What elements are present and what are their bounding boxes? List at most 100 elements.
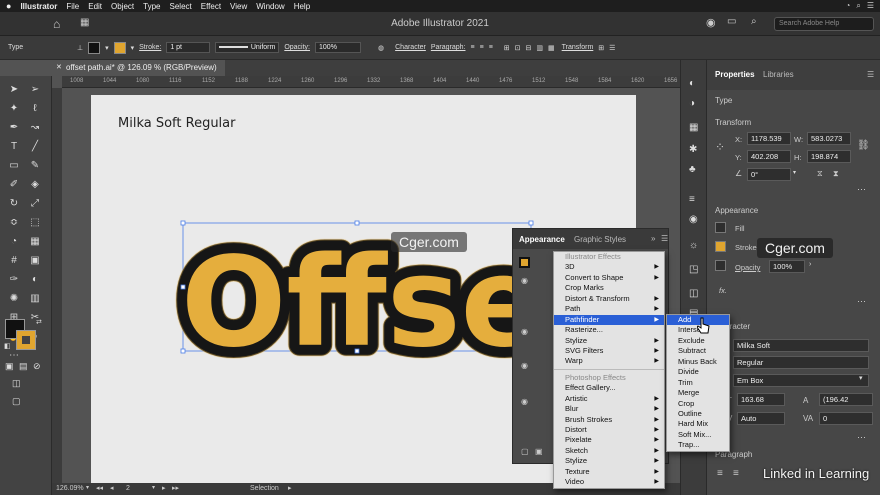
menu-item-trap[interactable]: Trap... xyxy=(667,440,729,450)
tab-properties[interactable]: Properties xyxy=(715,70,755,79)
transform-link[interactable]: Transform xyxy=(562,44,594,51)
opacity-icon[interactable] xyxy=(715,260,726,271)
menu-item-blur[interactable]: Blur ▶ xyxy=(554,404,664,414)
menu-item-outline[interactable]: Outline xyxy=(667,409,729,419)
add-fill-icon[interactable]: ▣ xyxy=(535,447,543,456)
opacity-label[interactable]: Opacity: xyxy=(284,44,310,51)
align-right-icon[interactable]: ≡ xyxy=(489,44,493,51)
opacity-input[interactable]: 100% xyxy=(769,260,805,273)
document-tab[interactable]: ✕ offset path.ai* @ 126.09 % (RGB/Previe… xyxy=(52,60,225,76)
leading-input[interactable]: (196.42 xyxy=(819,393,873,406)
eyedropper-icon[interactable]: ✑ xyxy=(6,272,22,288)
opacity-field[interactable]: 100% xyxy=(315,42,362,53)
free-transform-icon[interactable]: ⬚ xyxy=(27,215,43,231)
screen-mode-icon[interactable]: ▢ xyxy=(12,396,21,407)
flip-horizontal-icon[interactable]: ⧖ xyxy=(817,169,823,179)
blend-tool-icon[interactable]: ◐ xyxy=(27,272,43,288)
fx-button[interactable]: fx. xyxy=(719,286,727,295)
opacity-arrow-icon[interactable]: › xyxy=(809,261,811,268)
menu-item-svg-filters[interactable]: SVG Filters ▶ xyxy=(554,346,664,356)
drawing-mode-icon[interactable]: ◫ xyxy=(12,378,21,389)
type-tool-icon[interactable]: T xyxy=(6,139,22,155)
kerning-input[interactable]: Auto xyxy=(737,412,785,425)
menu-item-crop[interactable]: Crop xyxy=(667,399,729,409)
stroke-label[interactable]: Stroke: xyxy=(139,44,161,51)
em-box-field[interactable]: Em Box xyxy=(733,374,869,387)
wifi-icon[interactable]: ◔ xyxy=(846,1,851,11)
stroke-weight-field[interactable]: 1 pt xyxy=(166,42,211,53)
menu-item-pathfinder[interactable]: Pathfinder ▶ xyxy=(554,314,664,326)
menu-effect[interactable]: Effect xyxy=(201,2,221,11)
control-center-icon[interactable]: ☰ xyxy=(867,1,874,11)
symbol-sprayer-icon[interactable]: ✺ xyxy=(6,291,22,307)
arrange-icon[interactable]: ⊟ xyxy=(526,44,532,52)
em-box-dropdown-icon[interactable]: ▾ xyxy=(859,374,863,382)
x-input[interactable]: 1178.539 xyxy=(747,132,791,145)
eraser-icon[interactable]: ◈ xyxy=(27,177,43,193)
status-menu-icon[interactable]: ▸ xyxy=(288,484,292,492)
menu-item-crop-marks[interactable]: Crop Marks xyxy=(554,283,664,293)
visibility-eye-icon[interactable]: ◉ xyxy=(521,276,528,285)
menu-item-effect-gallery[interactable]: Effect Gallery... xyxy=(554,383,664,393)
menu-item-minus-back[interactable]: Minus Back xyxy=(667,357,729,367)
menu-item-rasterize[interactable]: Rasterize... xyxy=(554,325,664,335)
menu-item-video[interactable]: Video ▶ xyxy=(554,477,664,487)
visibility-eye-icon[interactable]: ◉ xyxy=(521,397,528,406)
appearance-menu-icon[interactable]: ☰ xyxy=(661,234,668,243)
reference-point-icon[interactable]: ⁘ xyxy=(715,140,725,154)
next-artboard-icon[interactable]: ▸▸ xyxy=(172,484,179,492)
rectangle-tool-icon[interactable]: ▭ xyxy=(6,158,22,174)
menu-item-brush-strokes[interactable]: Brush Strokes ▶ xyxy=(554,415,664,425)
menu-item-distort[interactable]: Distort ▶ xyxy=(554,425,664,435)
y-input[interactable]: 402.208 xyxy=(747,150,791,163)
menu-item-merge[interactable]: Merge xyxy=(667,388,729,398)
menu-window[interactable]: Window xyxy=(256,2,284,11)
artboard-dropdown-icon[interactable]: ▾ xyxy=(152,484,155,491)
gradient-mode-icon[interactable]: ▤ xyxy=(19,361,28,372)
transform-bbox-icon[interactable]: ▦ xyxy=(548,44,555,52)
font-size-input[interactable]: 163.68 xyxy=(737,393,785,406)
zoom-field[interactable]: 126.09% xyxy=(56,485,84,492)
color-panel-icon[interactable]: ◐ xyxy=(689,78,695,89)
none-mode-icon[interactable]: ⊘ xyxy=(33,361,41,372)
align-objects-icon[interactable]: ⊞ xyxy=(504,44,510,52)
tab-libraries[interactable]: Libraries xyxy=(763,70,794,79)
magic-wand-icon[interactable]: ✦ xyxy=(6,101,22,117)
layers-icon[interactable]: ◫ xyxy=(689,288,698,299)
search-icon[interactable]: ⌕ xyxy=(856,1,860,11)
mesh-tool-icon[interactable]: # xyxy=(6,253,22,269)
stroke-swatch-icon[interactable] xyxy=(715,241,726,252)
more-character-icon[interactable]: ⋯ xyxy=(857,432,866,443)
more-appearance-icon[interactable]: ⋯ xyxy=(857,296,866,307)
menu-item-ps-stylize[interactable]: Stylize ▶ xyxy=(554,456,664,466)
graphic-styles-icon[interactable]: ◳ xyxy=(689,264,698,275)
visibility-eye-icon[interactable]: ◉ xyxy=(521,361,528,370)
align-left-icon[interactable]: ≡ xyxy=(471,44,475,51)
menu-item-exclude[interactable]: Exclude xyxy=(667,336,729,346)
shape-builder-icon[interactable]: ◔ xyxy=(6,234,22,250)
workspace-switcher-icon[interactable]: ▭ xyxy=(727,16,736,27)
scale-tool-icon[interactable]: ⤢ xyxy=(27,196,43,212)
stroke-color-box[interactable] xyxy=(16,330,36,350)
account-icon[interactable]: ◉ xyxy=(706,16,716,29)
character-link[interactable]: Character xyxy=(395,44,426,51)
menu-item-subtract[interactable]: Subtract xyxy=(667,346,729,356)
pen-tool-icon[interactable]: ✒ xyxy=(6,120,22,136)
menu-item-soft-mix[interactable]: Soft Mix... xyxy=(667,430,729,440)
menu-item-stylize[interactable]: Stylize ▶ xyxy=(554,336,664,346)
stroke-panel-icon[interactable]: ≡ xyxy=(689,194,695,205)
previous-artboard-icon[interactable]: ◂◂ xyxy=(96,484,103,492)
h-input[interactable]: 198.874 xyxy=(807,150,851,163)
menu-item-trim[interactable]: Trim xyxy=(667,378,729,388)
previous-page-icon[interactable]: ◂ xyxy=(110,484,114,492)
menu-view[interactable]: View xyxy=(230,2,247,11)
rotate-dropdown-icon[interactable]: ▾ xyxy=(793,169,796,176)
tab-appearance[interactable]: Appearance xyxy=(519,235,565,244)
menu-item-texture[interactable]: Texture ▶ xyxy=(554,467,664,477)
menu-item-warp[interactable]: Warp ▶ xyxy=(554,356,664,366)
selection-tool-icon[interactable]: ➤ xyxy=(6,82,22,98)
w-input[interactable]: 583.0273 xyxy=(807,132,851,145)
swap-colors-icon[interactable]: ⇄ xyxy=(36,318,42,326)
panel-collapse-icon[interactable]: » xyxy=(651,234,655,243)
zoom-dropdown-icon[interactable]: ▾ xyxy=(86,484,89,491)
